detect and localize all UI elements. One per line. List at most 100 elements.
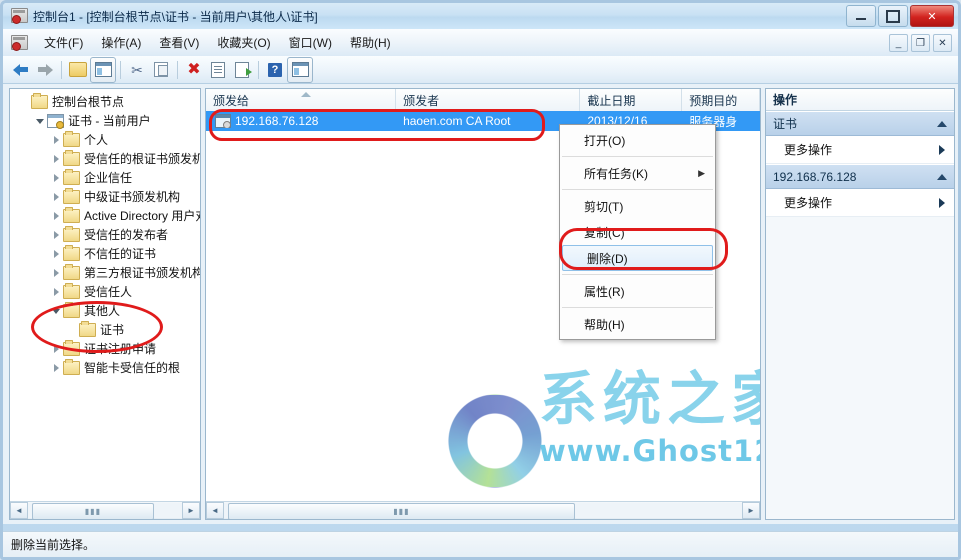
cut-button[interactable]: ✂ — [125, 58, 149, 82]
mdi-close-button[interactable]: ✕ — [933, 34, 952, 52]
back-button[interactable] — [9, 58, 33, 82]
scroll-right-button[interactable]: ► — [742, 502, 760, 519]
cell-issued-to: 192.168.76.128 — [206, 114, 396, 128]
chevron-right-icon[interactable] — [50, 190, 63, 203]
menu-window[interactable]: 窗口(W) — [280, 31, 341, 54]
chevron-right-icon[interactable] — [50, 361, 63, 374]
actions-section-header-certificates[interactable]: 证书 — [766, 111, 954, 136]
section-label: 证书 — [773, 117, 798, 131]
scroll-left-button[interactable]: ◄ — [10, 502, 28, 519]
tree-item[interactable]: 控制台根节点 — [10, 92, 200, 111]
column-header[interactable]: 颁发者 — [396, 89, 581, 111]
tree-item-label: Active Directory 用户对象 — [84, 209, 200, 223]
tree-item[interactable]: 个人 — [10, 130, 200, 149]
context-menu-item[interactable]: 复制(C) — [560, 219, 715, 245]
action-label: 更多操作 — [784, 143, 833, 157]
column-header[interactable]: 颁发给 — [206, 89, 397, 111]
tree-item-label: 其他人 — [84, 304, 121, 318]
tree-item[interactable]: 证书 — [10, 320, 200, 339]
minimize-button[interactable] — [846, 5, 876, 27]
scroll-track[interactable]: ▮▮▮ — [224, 503, 742, 519]
chevron-down-icon[interactable] — [50, 304, 63, 317]
tree-item[interactable]: 受信任的根证书颁发机构 — [10, 149, 200, 168]
tree-item[interactable]: 证书注册申请 — [10, 339, 200, 358]
menu-favorites[interactable]: 收藏夹(O) — [208, 31, 279, 54]
close-button[interactable]: ✕ — [910, 5, 954, 27]
chevron-right-icon — [939, 197, 945, 208]
tree-item-label: 证书 — [100, 323, 125, 337]
scroll-thumb[interactable]: ▮▮▮ — [32, 503, 154, 519]
console-tree[interactable]: 控制台根节点证书 - 当前用户个人受信任的根证书颁发机构企业信任中级证书颁发机构… — [10, 89, 200, 501]
scroll-right-button[interactable]: ► — [182, 502, 200, 519]
toolbar: ✂ ✖ ? — [3, 56, 958, 84]
list-horizontal-scrollbar[interactable]: ◄ ▮▮▮ ► — [206, 501, 760, 519]
show-hide-tree-button[interactable] — [90, 56, 116, 83]
sort-ascending-icon — [300, 92, 311, 97]
chevron-right-icon[interactable] — [50, 209, 63, 222]
scroll-thumb[interactable]: ▮▮▮ — [228, 503, 575, 519]
tree-item[interactable]: 第三方根证书颁发机构 — [10, 263, 200, 282]
chevron-right-icon[interactable] — [50, 285, 63, 298]
tree-item[interactable]: Active Directory 用户对象 — [10, 206, 200, 225]
context-menu-item[interactable]: 帮助(H) — [560, 311, 715, 337]
chevron-down-icon[interactable] — [34, 114, 47, 127]
properties-button[interactable] — [206, 58, 230, 82]
tree-item[interactable]: 智能卡受信任的根 — [10, 358, 200, 377]
context-menu-item[interactable]: 剪切(T) — [560, 193, 715, 219]
context-menu[interactable]: 打开(O) 所有任务(K) ▶ 剪切(T) 复制(C) 删除(D) 属性(R) 帮助(H) — [559, 124, 716, 340]
forward-button[interactable] — [33, 58, 57, 82]
action-more-actions-certificates[interactable]: 更多操作 — [766, 136, 954, 164]
folder-icon — [63, 301, 80, 318]
tree-item[interactable]: 不信任的证书 — [10, 244, 200, 263]
menu-action[interactable]: 操作(A) — [92, 31, 150, 54]
tree-item[interactable]: 受信任的发布者 — [10, 225, 200, 244]
mdi-minimize-button[interactable]: _ — [889, 34, 908, 52]
folder-icon — [63, 263, 80, 280]
tree-item-label: 企业信任 — [84, 171, 133, 185]
context-menu-item[interactable]: 所有任务(K) ▶ — [560, 160, 715, 186]
actions-section-header-selected-cert[interactable]: 192.168.76.128 — [766, 164, 954, 189]
chevron-right-icon[interactable] — [50, 266, 63, 279]
tree-item[interactable]: 证书 - 当前用户 — [10, 111, 200, 130]
help-button[interactable]: ? — [263, 58, 287, 82]
scroll-left-button[interactable]: ◄ — [206, 502, 224, 519]
chevron-right-icon[interactable] — [50, 342, 63, 355]
action-more-actions-selected-cert[interactable]: 更多操作 — [766, 189, 954, 217]
certificate-icon — [47, 113, 64, 129]
chevron-right-icon[interactable] — [50, 247, 63, 260]
tree-item[interactable]: 其他人 — [10, 301, 200, 320]
tree-horizontal-scrollbar[interactable]: ◄ ▮▮▮ ► — [10, 501, 200, 519]
chevron-right-icon[interactable] — [50, 152, 63, 165]
maximize-button[interactable] — [878, 5, 908, 27]
chevron-right-icon[interactable] — [50, 171, 63, 184]
mdi-restore-button[interactable]: ❐ — [911, 34, 930, 52]
export-button[interactable] — [230, 58, 254, 82]
chevron-right-icon[interactable] — [50, 133, 63, 146]
show-action-pane-button[interactable] — [287, 56, 313, 83]
copy-button[interactable] — [149, 58, 173, 82]
context-menu-item[interactable]: 打开(O) — [560, 127, 715, 153]
mdi-window-controls: _ ❐ ✕ — [889, 34, 952, 52]
context-menu-item[interactable]: 属性(R) — [560, 278, 715, 304]
scroll-track[interactable]: ▮▮▮ — [28, 503, 182, 519]
tree-item[interactable]: 企业信任 — [10, 168, 200, 187]
delete-button[interactable]: ✖ — [182, 58, 206, 82]
column-header[interactable]: 截止日期 — [580, 89, 683, 111]
tree-item[interactable]: 中级证书颁发机构 — [10, 187, 200, 206]
folder-icon — [63, 206, 80, 223]
context-menu-item[interactable]: 删除(D) — [562, 245, 713, 271]
menu-view[interactable]: 查看(V) — [150, 31, 208, 54]
column-header-label: 截止日期 — [587, 93, 636, 108]
tree-item-label: 不信任的证书 — [84, 247, 157, 261]
up-folder-button[interactable] — [66, 58, 90, 82]
menu-file[interactable]: 文件(F) — [35, 31, 92, 54]
export-icon — [235, 61, 252, 78]
column-header[interactable]: 预期目的 — [682, 89, 760, 111]
tree-item[interactable]: 受信任人 — [10, 282, 200, 301]
menu-help[interactable]: 帮助(H) — [341, 31, 400, 54]
chevron-right-icon[interactable] — [50, 228, 63, 241]
chevron-up-icon[interactable] — [937, 173, 947, 180]
context-menu-item-label: 剪切(T) — [584, 199, 624, 214]
chevron-up-icon[interactable] — [937, 120, 947, 127]
